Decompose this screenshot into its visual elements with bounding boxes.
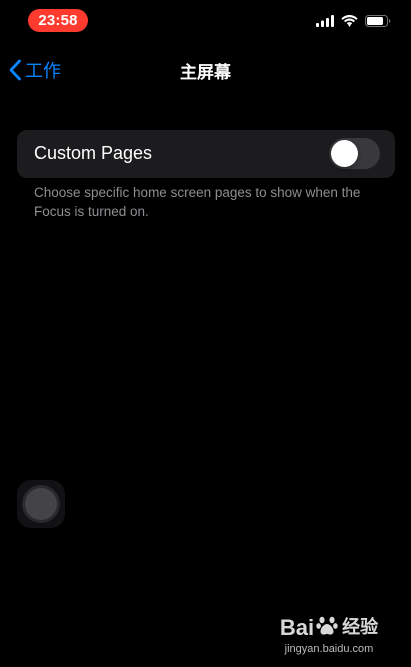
cellular-signal-icon <box>316 15 334 27</box>
assistive-touch-icon <box>25 488 57 520</box>
custom-pages-row: Custom Pages <box>17 130 395 178</box>
baidu-jingyan-watermark: Bai 经验 jingyan.baidu.com <box>269 614 389 655</box>
baidu-logo: Bai 经验 <box>269 614 389 641</box>
battery-icon <box>365 15 391 27</box>
wifi-icon <box>341 15 358 27</box>
page-title: 主屏幕 <box>180 63 231 83</box>
status-icons <box>316 13 391 29</box>
baidu-logo-text: Bai <box>279 614 315 640</box>
assistive-touch-button[interactable] <box>17 480 65 528</box>
navigation-bar: 工作 主屏幕 <box>0 48 411 92</box>
custom-pages-toggle[interactable] <box>329 138 380 169</box>
status-time: 23:58 <box>28 9 88 32</box>
toggle-knob <box>331 140 358 167</box>
custom-pages-footer-note: Choose specific home screen pages to sho… <box>34 185 361 219</box>
jingyan-logo-text: 经验 <box>342 616 379 638</box>
custom-pages-label: Custom Pages <box>34 143 153 163</box>
watermark-url: jingyan.baidu.com <box>284 643 374 655</box>
status-bar: 23:58 <box>0 0 411 44</box>
paw-icon <box>316 614 338 641</box>
